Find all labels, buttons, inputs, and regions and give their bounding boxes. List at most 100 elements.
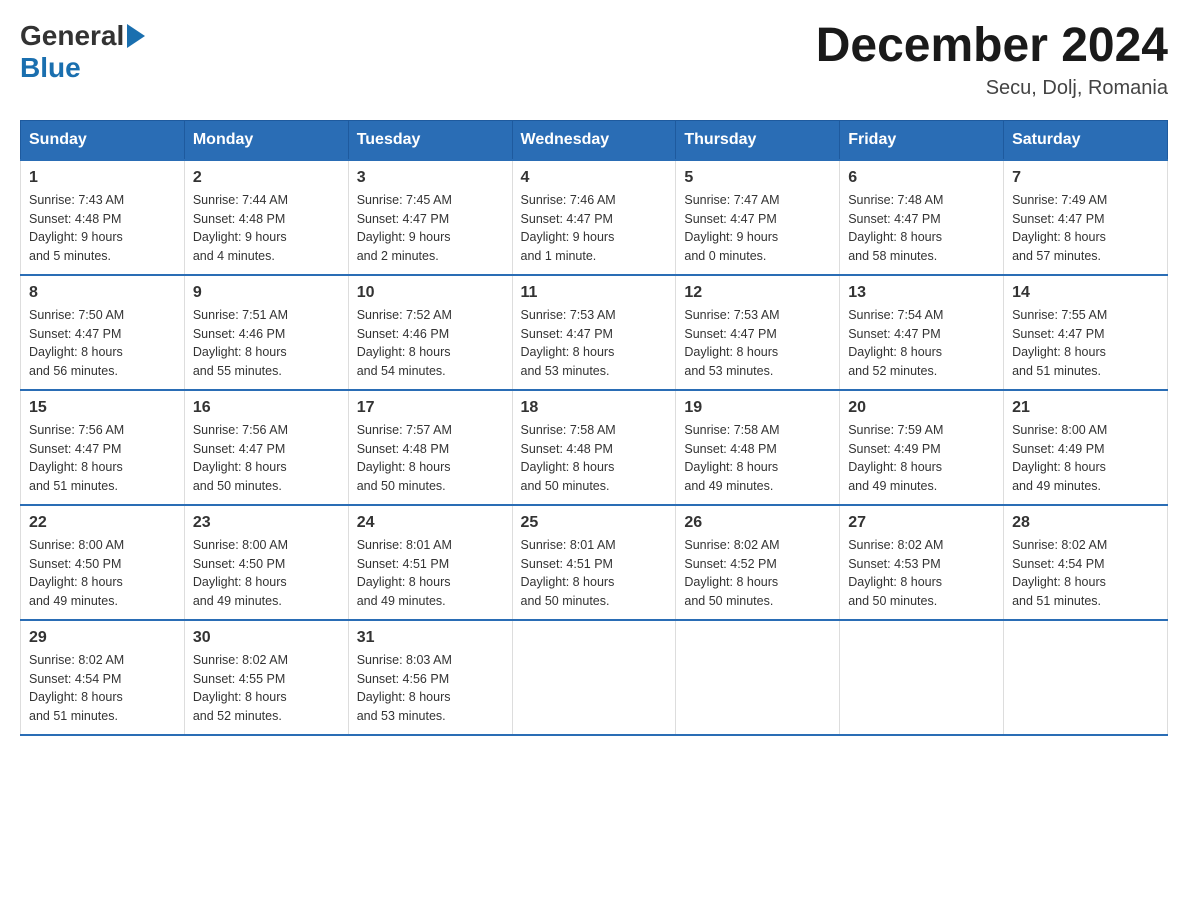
calendar-day-cell: 4 Sunrise: 7:46 AMSunset: 4:47 PMDaylight… <box>512 160 676 275</box>
day-info: Sunrise: 8:00 AMSunset: 4:49 PMDaylight:… <box>1012 421 1159 496</box>
day-info: Sunrise: 7:52 AMSunset: 4:46 PMDaylight:… <box>357 306 504 381</box>
day-info: Sunrise: 7:47 AMSunset: 4:47 PMDaylight:… <box>684 191 831 266</box>
day-info: Sunrise: 8:01 AMSunset: 4:51 PMDaylight:… <box>357 536 504 611</box>
calendar-day-cell: 5 Sunrise: 7:47 AMSunset: 4:47 PMDaylight… <box>676 160 840 275</box>
day-number: 2 <box>193 169 340 187</box>
calendar-header-row: Sunday Monday Tuesday Wednesday Thursday… <box>21 120 1168 160</box>
day-info: Sunrise: 7:44 AMSunset: 4:48 PMDaylight:… <box>193 191 340 266</box>
calendar-day-cell: 1 Sunrise: 7:43 AMSunset: 4:48 PMDaylight… <box>21 160 185 275</box>
day-info: Sunrise: 7:58 AMSunset: 4:48 PMDaylight:… <box>684 421 831 496</box>
day-number: 21 <box>1012 399 1159 417</box>
col-sunday: Sunday <box>21 120 185 160</box>
day-info: Sunrise: 7:56 AMSunset: 4:47 PMDaylight:… <box>193 421 340 496</box>
calendar-day-cell: 31 Sunrise: 8:03 AMSunset: 4:56 PMDayligh… <box>348 620 512 735</box>
day-number: 8 <box>29 284 176 302</box>
calendar-day-cell: 22Sunrise: 8:00 AMSunset: 4:50 PMDayligh… <box>21 505 185 620</box>
day-number: 22 <box>29 514 176 532</box>
logo: General Blue <box>20 20 145 84</box>
calendar-day-cell <box>840 620 1004 735</box>
day-number: 19 <box>684 399 831 417</box>
day-number: 14 <box>1012 284 1159 302</box>
day-info: Sunrise: 7:45 AMSunset: 4:47 PMDaylight:… <box>357 191 504 266</box>
calendar-day-cell <box>1004 620 1168 735</box>
logo-arrow-icon <box>127 24 145 48</box>
calendar-day-cell: 14 Sunrise: 7:55 AMSunset: 4:47 PMDayligh… <box>1004 275 1168 390</box>
day-info: Sunrise: 7:43 AMSunset: 4:48 PMDaylight:… <box>29 191 176 266</box>
calendar-day-cell: 20 Sunrise: 7:59 AMSunset: 4:49 PMDayligh… <box>840 390 1004 505</box>
day-number: 25 <box>521 514 668 532</box>
calendar-day-cell: 11Sunrise: 7:53 AMSunset: 4:47 PMDayligh… <box>512 275 676 390</box>
title-section: December 2024 Secu, Dolj, Romania <box>816 20 1168 100</box>
calendar-week-row: 1 Sunrise: 7:43 AMSunset: 4:48 PMDaylight… <box>21 160 1168 275</box>
day-number: 1 <box>29 169 176 187</box>
day-number: 4 <box>521 169 668 187</box>
calendar-week-row: 29Sunrise: 8:02 AMSunset: 4:54 PMDayligh… <box>21 620 1168 735</box>
day-info: Sunrise: 7:53 AMSunset: 4:47 PMDaylight:… <box>521 306 668 381</box>
calendar-day-cell: 12 Sunrise: 7:53 AMSunset: 4:47 PMDayligh… <box>676 275 840 390</box>
calendar-day-cell: 25 Sunrise: 8:01 AMSunset: 4:51 PMDayligh… <box>512 505 676 620</box>
calendar-day-cell <box>512 620 676 735</box>
day-number: 13 <box>848 284 995 302</box>
day-info: Sunrise: 7:54 AMSunset: 4:47 PMDaylight:… <box>848 306 995 381</box>
day-info: Sunrise: 7:53 AMSunset: 4:47 PMDaylight:… <box>684 306 831 381</box>
day-number: 9 <box>193 284 340 302</box>
calendar-day-cell: 13 Sunrise: 7:54 AMSunset: 4:47 PMDayligh… <box>840 275 1004 390</box>
day-number: 6 <box>848 169 995 187</box>
calendar-day-cell: 2 Sunrise: 7:44 AMSunset: 4:48 PMDaylight… <box>184 160 348 275</box>
calendar-week-row: 15Sunrise: 7:56 AMSunset: 4:47 PMDayligh… <box>21 390 1168 505</box>
main-title: December 2024 <box>816 20 1168 73</box>
day-info: Sunrise: 8:00 AMSunset: 4:50 PMDaylight:… <box>193 536 340 611</box>
day-info: Sunrise: 7:49 AMSunset: 4:47 PMDaylight:… <box>1012 191 1159 266</box>
day-info: Sunrise: 7:58 AMSunset: 4:48 PMDaylight:… <box>521 421 668 496</box>
calendar-day-cell: 23 Sunrise: 8:00 AMSunset: 4:50 PMDayligh… <box>184 505 348 620</box>
calendar-day-cell: 24 Sunrise: 8:01 AMSunset: 4:51 PMDayligh… <box>348 505 512 620</box>
calendar-day-cell: 6Sunrise: 7:48 AMSunset: 4:47 PMDaylight… <box>840 160 1004 275</box>
day-number: 24 <box>357 514 504 532</box>
day-number: 3 <box>357 169 504 187</box>
day-number: 7 <box>1012 169 1159 187</box>
day-number: 23 <box>193 514 340 532</box>
calendar-day-cell: 30Sunrise: 8:02 AMSunset: 4:55 PMDayligh… <box>184 620 348 735</box>
calendar-day-cell: 28Sunrise: 8:02 AMSunset: 4:54 PMDayligh… <box>1004 505 1168 620</box>
calendar-day-cell: 19 Sunrise: 7:58 AMSunset: 4:48 PMDayligh… <box>676 390 840 505</box>
day-info: Sunrise: 8:03 AMSunset: 4:56 PMDaylight:… <box>357 651 504 726</box>
calendar-day-cell: 10 Sunrise: 7:52 AMSunset: 4:46 PMDayligh… <box>348 275 512 390</box>
calendar-day-cell: 18 Sunrise: 7:58 AMSunset: 4:48 PMDayligh… <box>512 390 676 505</box>
day-number: 18 <box>521 399 668 417</box>
calendar-week-row: 8 Sunrise: 7:50 AMSunset: 4:47 PMDaylight… <box>21 275 1168 390</box>
calendar-day-cell <box>676 620 840 735</box>
calendar-day-cell: 8 Sunrise: 7:50 AMSunset: 4:47 PMDaylight… <box>21 275 185 390</box>
day-info: Sunrise: 7:57 AMSunset: 4:48 PMDaylight:… <box>357 421 504 496</box>
day-number: 5 <box>684 169 831 187</box>
day-number: 10 <box>357 284 504 302</box>
day-info: Sunrise: 8:02 AMSunset: 4:53 PMDaylight:… <box>848 536 995 611</box>
calendar-table: Sunday Monday Tuesday Wednesday Thursday… <box>20 120 1168 736</box>
day-number: 20 <box>848 399 995 417</box>
calendar-week-row: 22 Sunrise: 8:00 AMSunset: 4:50 PMDayligh… <box>21 505 1168 620</box>
day-number: 28 <box>1012 514 1159 532</box>
day-info: Sunrise: 8:02 AMSunset: 4:52 PMDaylight:… <box>684 536 831 611</box>
day-number: 26 <box>684 514 831 532</box>
col-wednesday: Wednesday <box>512 120 676 160</box>
day-number: 29 <box>29 629 176 647</box>
day-number: 12 <box>684 284 831 302</box>
day-info: Sunrise: 8:01 AMSunset: 4:51 PMDaylight:… <box>521 536 668 611</box>
col-friday: Friday <box>840 120 1004 160</box>
col-tuesday: Tuesday <box>348 120 512 160</box>
day-info: Sunrise: 8:02 AMSunset: 4:55 PMDaylight:… <box>193 651 340 726</box>
day-info: Sunrise: 7:59 AMSunset: 4:49 PMDaylight:… <box>848 421 995 496</box>
day-number: 16 <box>193 399 340 417</box>
sub-title: Secu, Dolj, Romania <box>816 77 1168 100</box>
col-thursday: Thursday <box>676 120 840 160</box>
calendar-day-cell: 29Sunrise: 8:02 AMSunset: 4:54 PMDayligh… <box>21 620 185 735</box>
day-info: Sunrise: 7:46 AMSunset: 4:47 PMDaylight:… <box>521 191 668 266</box>
col-monday: Monday <box>184 120 348 160</box>
calendar-day-cell: 21 Sunrise: 8:00 AMSunset: 4:49 PMDayligh… <box>1004 390 1168 505</box>
day-info: Sunrise: 7:50 AMSunset: 4:47 PMDaylight:… <box>29 306 176 381</box>
calendar-day-cell: 16 Sunrise: 7:56 AMSunset: 4:47 PMDayligh… <box>184 390 348 505</box>
day-info: Sunrise: 7:55 AMSunset: 4:47 PMDaylight:… <box>1012 306 1159 381</box>
calendar-day-cell: 3 Sunrise: 7:45 AMSunset: 4:47 PMDaylight… <box>348 160 512 275</box>
calendar-day-cell: 9Sunrise: 7:51 AMSunset: 4:46 PMDaylight… <box>184 275 348 390</box>
day-number: 31 <box>357 629 504 647</box>
calendar-day-cell: 26 Sunrise: 8:02 AMSunset: 4:52 PMDayligh… <box>676 505 840 620</box>
